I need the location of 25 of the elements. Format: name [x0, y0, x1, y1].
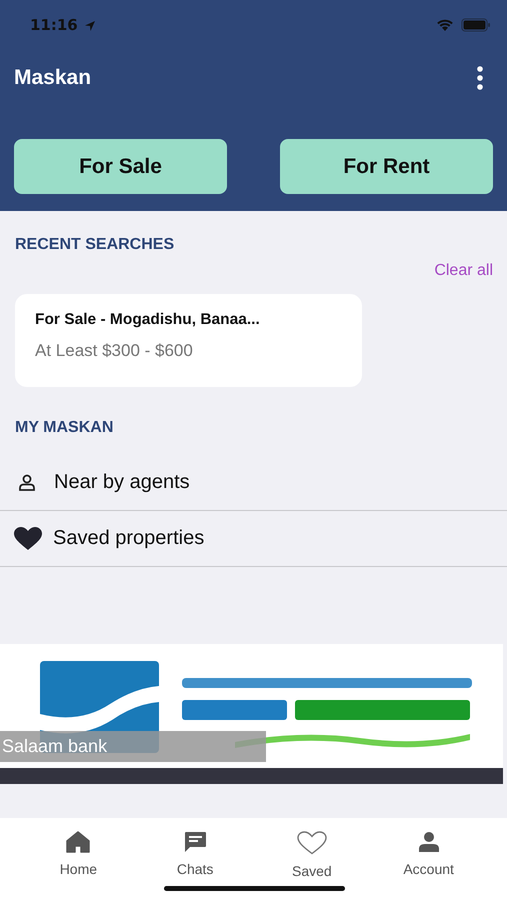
banner-caption: Salaam bank [0, 731, 266, 762]
chat-bubble-icon [183, 831, 208, 853]
mode-button[interactable]: For Rent [280, 139, 493, 194]
location-arrow-icon [84, 20, 96, 32]
section-heading: RECENT SEARCHES [14, 235, 176, 254]
status-time: 11:16 [30, 16, 78, 34]
app-title: Maskan [14, 66, 92, 90]
home-icon [66, 831, 90, 853]
search-title: For Sale - Mogadishu, Banaa... [35, 311, 261, 329]
person-icon [17, 474, 37, 492]
heart-icon [296, 831, 327, 855]
mode-button[interactable]: For Sale [14, 139, 227, 194]
clear-all-link[interactable]: Clear all [434, 262, 493, 280]
recent-search-card[interactable]: For Sale - Mogadishu, Banaa... At Least $300 - $600 [15, 294, 362, 387]
section-heading: MY MASKAN [14, 418, 114, 437]
tab-item[interactable]: Account [384, 818, 474, 900]
heart-icon [14, 526, 42, 550]
battery-icon [461, 18, 491, 32]
wifi-icon [435, 18, 455, 32]
search-subtitle: At Least $300 - $600 [35, 341, 194, 361]
tab-item[interactable]: Home [33, 818, 124, 900]
menu-item[interactable]: Saved properties [53, 527, 204, 550]
tab-item[interactable]: Saved [266, 818, 357, 900]
menu-item[interactable]: Near by agents [54, 471, 190, 494]
person-icon [418, 831, 440, 853]
